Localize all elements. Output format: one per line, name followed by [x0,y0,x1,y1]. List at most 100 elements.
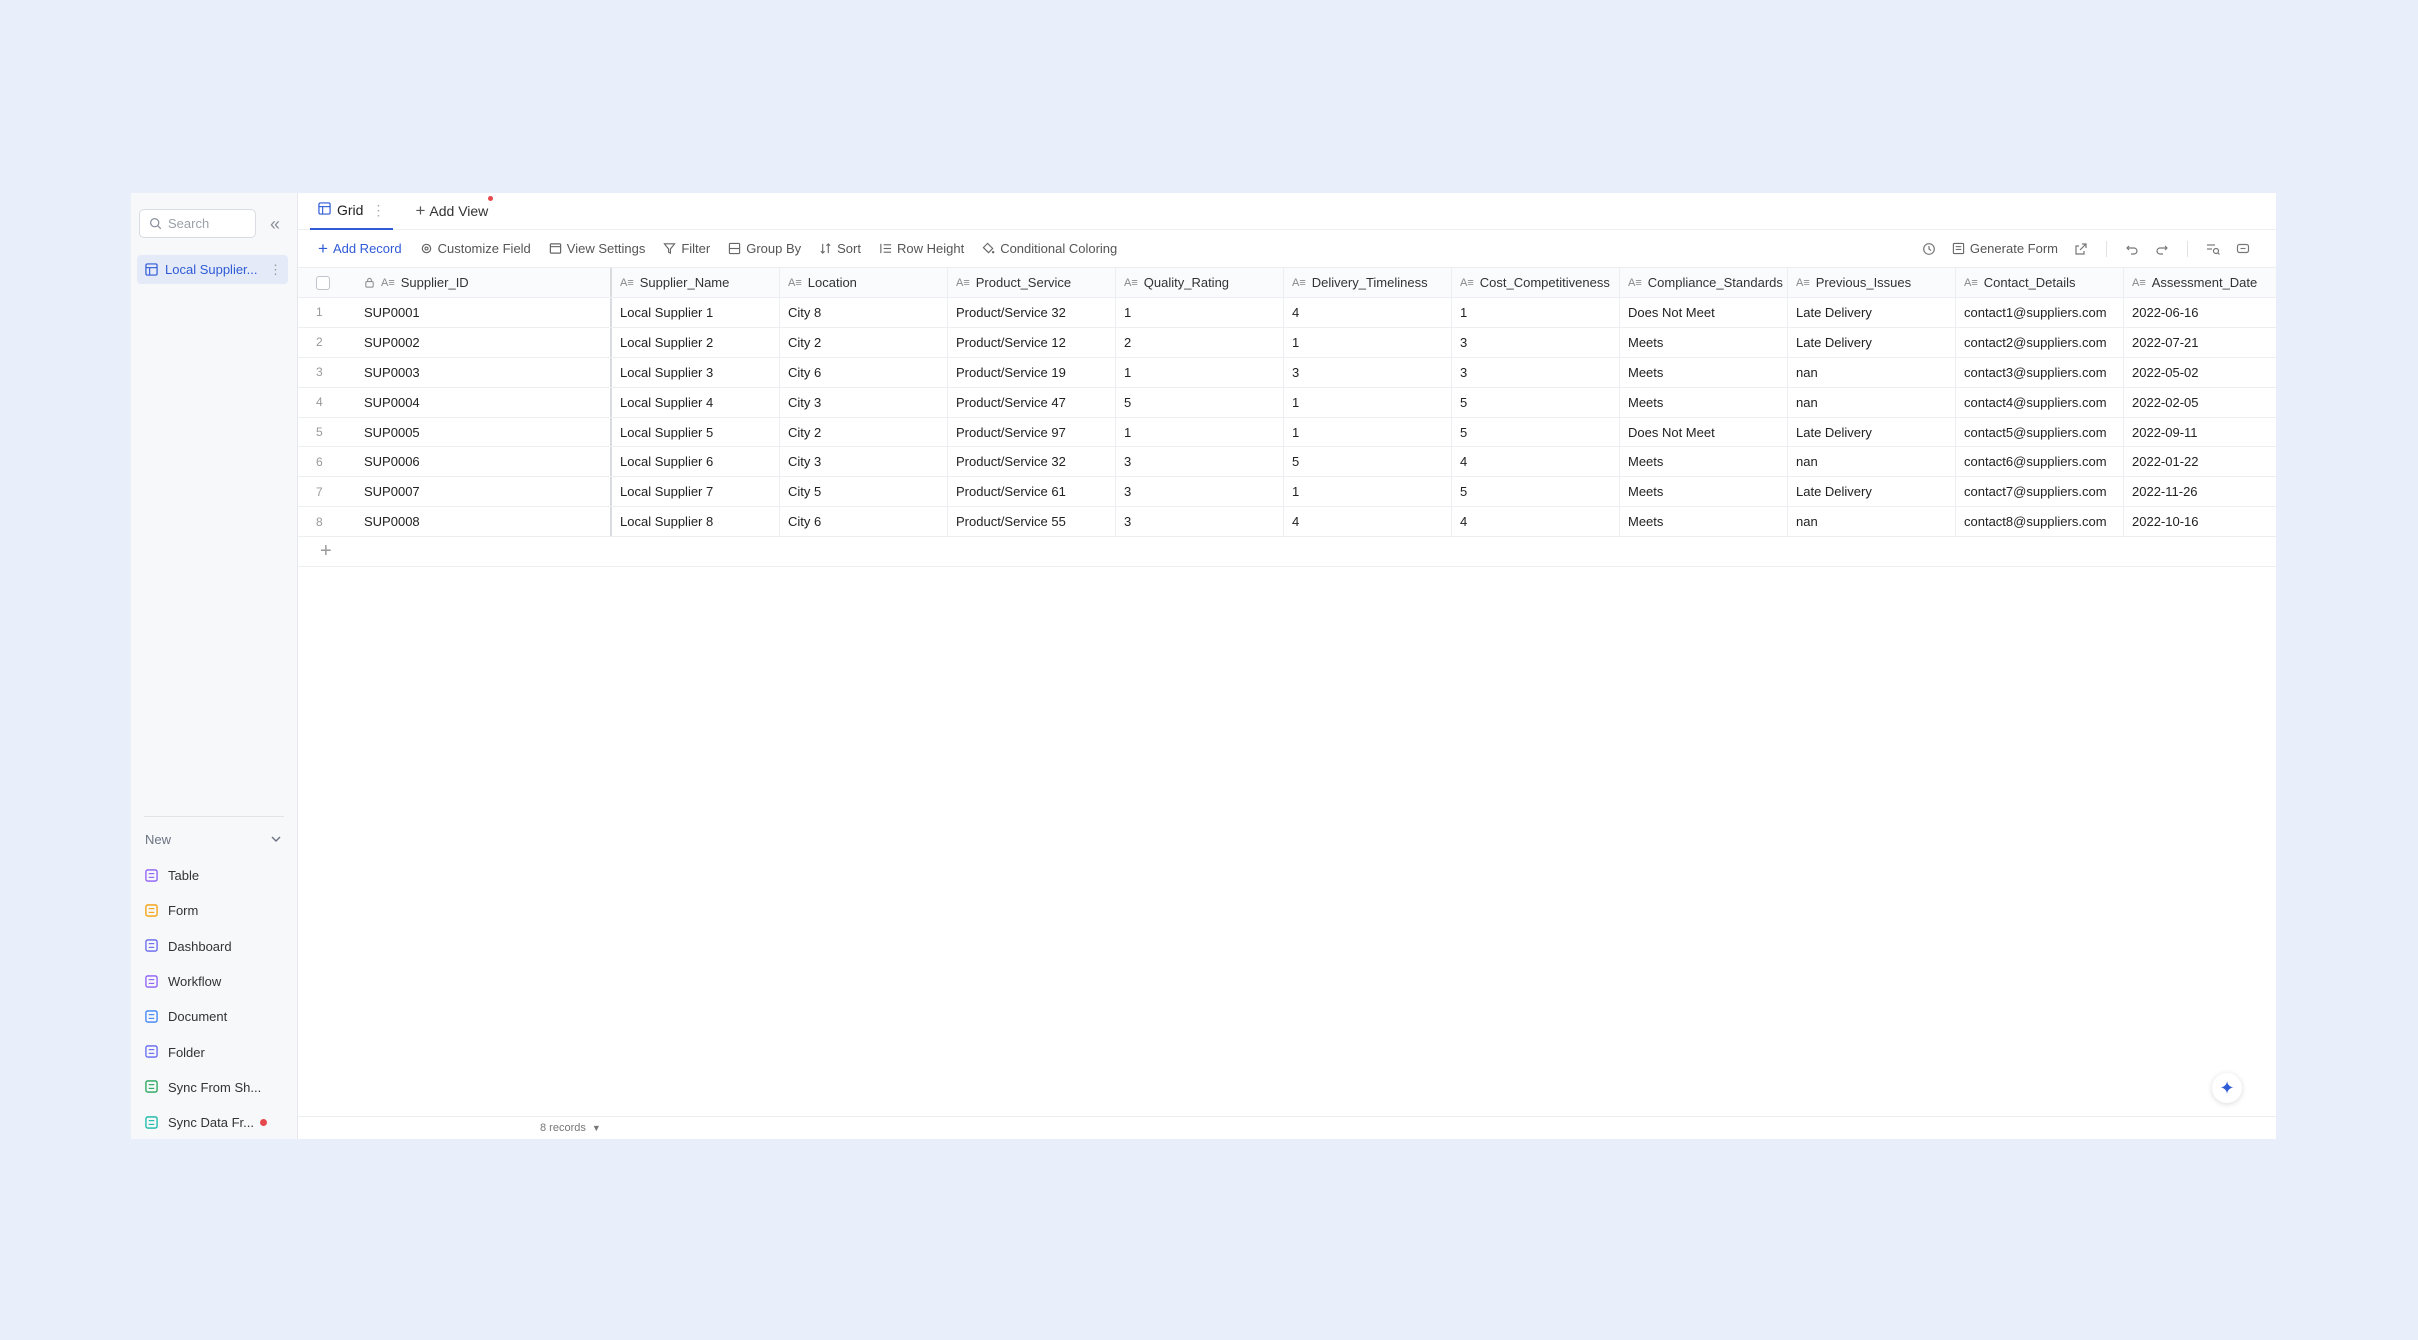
table-cell[interactable]: Local Supplier 6 [612,447,780,477]
collapse-sidebar-icon[interactable]: « [270,215,280,233]
table-cell[interactable]: Local Supplier 3 [612,357,780,387]
table-cell[interactable]: SUP0006 [356,447,612,477]
tab-grid[interactable]: Grid ⋮ [310,193,394,230]
table-cell[interactable]: 2022-05-02 [2124,358,2276,387]
new-item-dashboard[interactable]: Dashboard [145,929,267,964]
table-cell[interactable]: 5 [1116,387,1284,417]
table-cell[interactable]: Local Supplier 4 [612,387,780,417]
table-cell[interactable]: contact6@suppliers.com [1956,447,2124,477]
new-section-header[interactable]: New [145,829,283,849]
table-cell[interactable]: Local Supplier 7 [612,477,780,507]
table-cell[interactable]: Meets [1620,507,1788,537]
select-all-checkbox[interactable] [316,275,330,290]
more-options-icon[interactable]: ⋮ [269,262,282,278]
table-row[interactable]: 7 SUP0007 Local Supplier 7 City 5 Product/Se… [298,477,2276,508]
new-item-sync-data-fr[interactable]: Sync Data Fr... [145,1105,267,1140]
filter-button[interactable]: Filter [663,241,710,256]
column-header-supplier-id[interactable]: A≡ Supplier_ID [356,268,612,297]
table-cell[interactable]: 3 [1116,477,1284,507]
table-cell[interactable]: 3 [1116,507,1284,537]
table-cell[interactable]: Product/Service 19 [948,357,1116,387]
table-cell[interactable]: SUP0005 [356,417,612,447]
column-header-supplier-name[interactable]: A≡ Supplier_Name [612,268,780,297]
table-cell[interactable]: SUP0008 [356,507,612,537]
new-item-form[interactable]: Form [145,893,267,928]
table-row[interactable]: 6 SUP0006 Local Supplier 6 City 3 Product/Se… [298,447,2276,478]
table-cell[interactable]: SUP0003 [356,357,612,387]
table-cell[interactable]: 1 [1116,357,1284,387]
table-cell[interactable]: nan [1788,507,1956,537]
table-cell[interactable]: Does Not Meet [1620,298,1788,327]
table-row[interactable]: 2 SUP0002 Local Supplier 2 City 2 Product/Se… [298,327,2276,358]
table-cell[interactable]: 1 [1284,477,1452,507]
table-cell[interactable]: 2022-02-05 [2124,388,2276,417]
table-cell[interactable]: nan [1788,387,1956,417]
table-cell[interactable]: 2022-06-16 [2124,298,2276,327]
sort-button[interactable]: Sort [819,241,861,256]
table-cell[interactable]: 1 [1284,387,1452,417]
table-row[interactable]: 1 SUP0001 Local Supplier 1 City 8 Product/Se… [298,298,2276,328]
table-cell[interactable]: 2022-11-26 [2124,477,2276,506]
table-cell[interactable]: City 3 [780,387,948,417]
new-item-workflow[interactable]: Workflow [145,964,267,999]
table-cell[interactable]: 4 [1452,507,1620,537]
table-cell[interactable]: contact2@suppliers.com [1956,327,2124,357]
table-cell[interactable]: contact1@suppliers.com [1956,298,2124,327]
undo-icon[interactable] [2125,242,2139,256]
table-cell[interactable]: Local Supplier 8 [612,507,780,537]
record-count[interactable]: 8 records ▼ [540,1122,601,1134]
column-header-assessment-date[interactable]: A≡ Assessment_Date [2124,268,2276,297]
table-cell[interactable]: SUP0001 [356,298,612,327]
table-cell[interactable]: City 2 [780,327,948,357]
add-row-button[interactable]: + [298,537,2276,568]
table-cell[interactable]: Local Supplier 1 [612,298,780,327]
table-cell[interactable]: contact7@suppliers.com [1956,477,2124,507]
history-icon[interactable] [1922,242,1936,256]
column-header-compliance-standards[interactable]: A≡ Compliance_Standards [1620,268,1788,297]
table-cell[interactable]: nan [1788,357,1956,387]
table-cell[interactable]: Product/Service 12 [948,327,1116,357]
table-cell[interactable]: Product/Service 47 [948,387,1116,417]
table-cell[interactable]: 2022-07-21 [2124,328,2276,357]
search-records-icon[interactable] [2206,242,2220,256]
table-cell[interactable]: 5 [1452,417,1620,447]
table-cell[interactable]: 5 [1284,447,1452,477]
table-cell[interactable]: 3 [1452,327,1620,357]
table-cell[interactable]: City 5 [780,477,948,507]
table-cell[interactable]: nan [1788,447,1956,477]
ai-assistant-button[interactable]: ✦ [2212,1073,2242,1103]
table-cell[interactable]: 3 [1116,447,1284,477]
search-input[interactable]: Search [139,209,256,238]
column-header-location[interactable]: A≡ Location [780,268,948,297]
table-cell[interactable]: City 2 [780,417,948,447]
table-cell[interactable]: contact8@suppliers.com [1956,507,2124,537]
generate-form-button[interactable]: Generate Form [1952,241,2058,256]
table-cell[interactable]: contact5@suppliers.com [1956,417,2124,447]
table-cell[interactable]: Meets [1620,327,1788,357]
table-cell[interactable]: 5 [1452,477,1620,507]
new-item-document[interactable]: Document [145,999,267,1034]
new-item-folder[interactable]: Folder [145,1034,267,1069]
table-cell[interactable]: Late Delivery [1788,417,1956,447]
new-item-table[interactable]: Table [145,858,267,893]
row-height-button[interactable]: Row Height [879,241,964,256]
table-cell[interactable]: Meets [1620,447,1788,477]
view-settings-button[interactable]: View Settings [549,241,645,256]
customize-field-button[interactable]: Customize Field [420,241,531,256]
table-cell[interactable]: Meets [1620,477,1788,507]
table-cell[interactable]: City 6 [780,357,948,387]
table-cell[interactable]: Does Not Meet [1620,417,1788,447]
table-cell[interactable]: Product/Service 97 [948,417,1116,447]
table-cell[interactable]: 3 [1284,357,1452,387]
table-cell[interactable]: 4 [1452,447,1620,477]
table-cell[interactable]: 5 [1452,387,1620,417]
table-cell[interactable]: Late Delivery [1788,477,1956,507]
table-cell[interactable]: contact4@suppliers.com [1956,387,2124,417]
table-cell[interactable]: 1 [1116,417,1284,447]
table-cell[interactable]: 1 [1452,298,1620,327]
column-header-contact-details[interactable]: A≡ Contact_Details [1956,268,2124,297]
table-cell[interactable]: 4 [1284,507,1452,537]
table-cell[interactable]: Local Supplier 2 [612,327,780,357]
table-cell[interactable]: City 3 [780,447,948,477]
table-row[interactable]: 8 SUP0008 Local Supplier 8 City 6 Product/Se… [298,507,2276,538]
